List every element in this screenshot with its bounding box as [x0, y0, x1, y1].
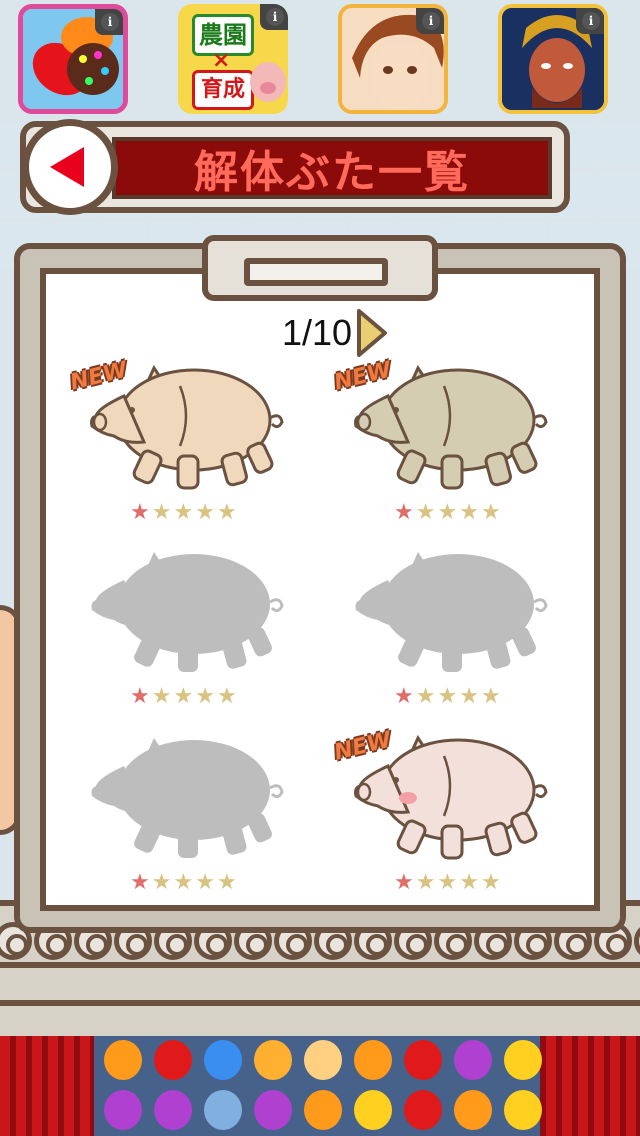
candy-icon	[504, 1040, 542, 1080]
star-icon: ★	[151, 500, 172, 525]
star-icon: ★	[195, 870, 215, 895]
pig-card[interactable]: NEW ★ ★ ★ ★ ★	[68, 356, 294, 536]
background-tile	[600, 122, 640, 168]
ad-farm-line2: 育成	[192, 70, 254, 110]
star-icon: ★	[480, 500, 501, 525]
locked-pig-silhouette	[91, 738, 284, 858]
star-icon: ★	[437, 684, 458, 709]
candy-icon	[354, 1040, 392, 1080]
star-icon: ★	[173, 500, 194, 525]
locked-pig-silhouette	[355, 552, 548, 672]
star-icon: ★	[195, 684, 215, 709]
pig-card[interactable]: ★ ★ ★ ★ ★	[74, 540, 294, 720]
star-icon: ★	[216, 870, 237, 895]
ad-candy-crush[interactable]: i	[18, 4, 128, 114]
ad-warrior-game[interactable]: i	[498, 4, 608, 114]
page-indicator: 1/10	[282, 312, 353, 353]
star-icon: ★	[394, 684, 414, 709]
star-icon: ★	[151, 684, 172, 709]
star-icon: ★	[394, 870, 414, 895]
floor-line	[0, 962, 640, 968]
star-icon: ★	[437, 870, 458, 895]
pig-card[interactable]: ★ ★ ★ ★ ★	[338, 540, 558, 720]
star-icon: ★	[459, 684, 479, 709]
star-icon: ★	[151, 870, 172, 895]
star-icon: ★	[195, 500, 215, 525]
candy-icon	[254, 1040, 292, 1080]
star-icon: ★	[480, 684, 501, 709]
star-icon: ★	[394, 500, 414, 525]
next-page-icon[interactable]	[356, 308, 388, 358]
candy-icon	[154, 1040, 192, 1080]
candy-icon	[204, 1040, 242, 1080]
pig-card[interactable]: NEW ★ ★ ★ ★ ★	[332, 356, 558, 536]
bottom-ad-banner[interactable]	[0, 1036, 640, 1136]
star-icon: ★	[173, 870, 194, 895]
star-icon: ★	[130, 500, 150, 525]
rarity-stars: ★ ★ ★ ★ ★	[130, 686, 237, 708]
locked-pig-silhouette	[91, 552, 284, 672]
star-icon: ★	[459, 870, 479, 895]
candy-icon	[154, 1090, 192, 1130]
clipboard-clip-slot	[244, 258, 388, 286]
star-icon: ★	[130, 684, 150, 709]
star-icon: ★	[216, 684, 237, 709]
star-icon: ★	[415, 870, 436, 895]
floor-line	[0, 1000, 640, 1006]
candy-icon	[304, 1090, 342, 1130]
curtain-right	[540, 1036, 640, 1136]
title-banner: 解体ぶた一覧	[112, 137, 552, 199]
rarity-stars: ★ ★ ★ ★ ★	[130, 872, 237, 894]
rarity-stars: ★ ★ ★ ★ ★	[130, 502, 237, 524]
info-icon[interactable]: i	[101, 13, 119, 31]
pig-icon	[250, 62, 286, 102]
star-icon: ★	[415, 684, 436, 709]
ad-farm-game[interactable]: 農園 × 育成 i	[178, 4, 288, 114]
ad-bar: i 農園 × 育成 i i i	[0, 0, 640, 118]
star-icon: ★	[130, 870, 150, 895]
rarity-stars: ★ ★ ★ ★ ★	[394, 872, 501, 894]
background-tile	[600, 172, 640, 218]
candy-icon	[454, 1040, 492, 1080]
info-icon[interactable]: i	[422, 12, 440, 30]
candy-icon	[404, 1040, 442, 1080]
info-icon[interactable]: i	[266, 8, 284, 26]
star-icon: ★	[459, 500, 479, 525]
candy-icon	[404, 1090, 442, 1130]
back-arrow-icon	[50, 147, 84, 187]
candy-icon	[204, 1090, 242, 1130]
candy-icon	[304, 1040, 342, 1080]
rarity-stars: ★ ★ ★ ★ ★	[394, 686, 501, 708]
candy-icon	[104, 1040, 142, 1080]
page-title: 解体ぶた一覧	[194, 147, 470, 198]
pig-card[interactable]: NEW ★ ★ ★ ★ ★	[332, 726, 558, 906]
candy-icon	[104, 1090, 142, 1130]
info-icon[interactable]: i	[582, 12, 600, 30]
star-icon: ★	[437, 500, 458, 525]
star-icon: ★	[480, 870, 501, 895]
ad-anime-game[interactable]: i	[338, 4, 448, 114]
candy-icon	[504, 1090, 542, 1130]
rarity-stars: ★ ★ ★ ★ ★	[394, 502, 501, 524]
candy-icon	[454, 1090, 492, 1130]
pager: 1/10	[282, 308, 388, 358]
star-icon: ★	[415, 500, 436, 525]
star-icon: ★	[173, 684, 194, 709]
pig-card[interactable]: ★ ★ ★ ★ ★	[74, 726, 294, 906]
star-icon: ★	[216, 500, 237, 525]
candy-icon	[354, 1090, 392, 1130]
back-button[interactable]	[22, 119, 118, 215]
curtain-left	[0, 1036, 100, 1136]
candy-icon	[254, 1090, 292, 1130]
